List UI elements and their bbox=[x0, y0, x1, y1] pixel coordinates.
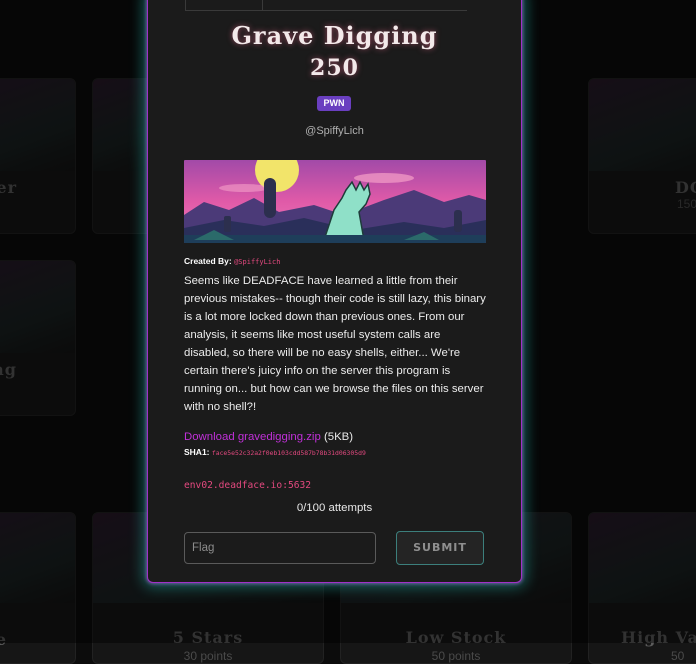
modal-tab-bar bbox=[185, 0, 467, 11]
sha1-label: SHA1: bbox=[184, 447, 210, 457]
sha1-hash: face5e52c32a2f0eb103cdd587b78b31d06305d9 bbox=[211, 449, 366, 457]
download-link[interactable]: Download gravedigging.zip bbox=[184, 431, 321, 443]
created-by-label: Created By: bbox=[184, 256, 232, 266]
tab-challenge[interactable] bbox=[185, 0, 263, 10]
challenge-card-points: 30 points bbox=[183, 649, 233, 663]
challenge-card-points: 50 bbox=[671, 649, 685, 663]
sha1-row: SHA1: face5e52c32a2f0eb103cdd587b78b31d0… bbox=[184, 447, 366, 457]
submit-button[interactable]: SUBMIT bbox=[396, 531, 484, 565]
flag-input[interactable] bbox=[184, 532, 376, 564]
download-row: Download gravedigging.zip (5KB) bbox=[184, 431, 353, 443]
challenge-banner-image bbox=[184, 160, 486, 243]
challenge-description: Seems like DEADFACE have learned a littl… bbox=[184, 275, 486, 413]
created-by: Created By: @SpiffyLich bbox=[184, 256, 280, 266]
connection-string: env02.deadface.io:5632 bbox=[184, 480, 312, 491]
attempts-counter: 0/100 attempts bbox=[296, 502, 373, 514]
challenge-card-points: 50 points bbox=[431, 649, 481, 663]
challenge-title: Grave Digging bbox=[231, 21, 438, 50]
created-by-author: @SpiffyLich bbox=[234, 258, 281, 266]
category-badge: PWN bbox=[317, 96, 351, 111]
challenge-points: 250 bbox=[310, 55, 359, 81]
author-handle: @SpiffyLich bbox=[305, 125, 364, 137]
download-size: (5KB) bbox=[323, 431, 354, 443]
challenge-modal: Grave Digging 250 PWN @SpiffyLich Create… bbox=[147, 0, 522, 583]
